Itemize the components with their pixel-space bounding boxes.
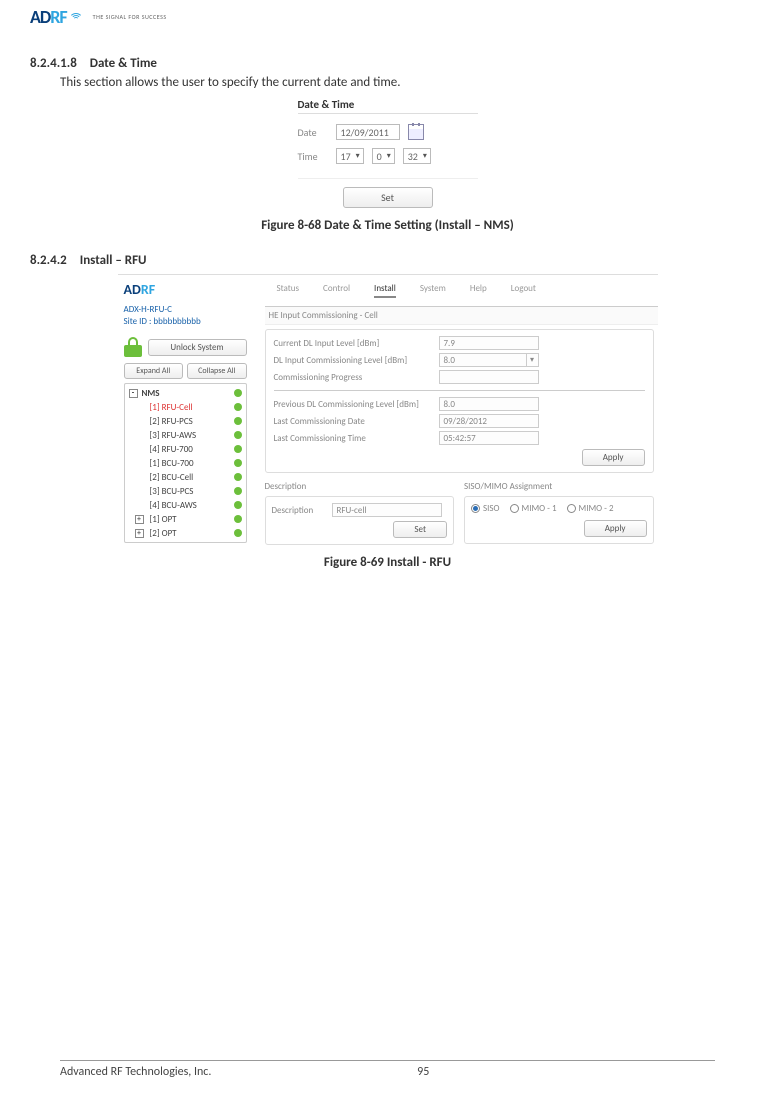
date-input[interactable]: 12/09/2011	[336, 124, 400, 140]
tab-install[interactable]: Install	[374, 283, 396, 298]
tree-item[interactable]: [1] BCU-700	[127, 456, 244, 470]
field-value: 8.0	[439, 397, 539, 411]
second-select[interactable]: 32▾	[403, 148, 431, 164]
apply-button[interactable]: Apply	[582, 449, 645, 466]
date-time-panel: Date & Time Date 12/09/2011 Time 17▾ 0▾ …	[298, 98, 478, 208]
field-row: Previous DL Commissioning Level [dBm]8.0	[274, 397, 645, 411]
tagline: THE SIGNAL FOR SUCCESS	[93, 13, 167, 21]
divider	[274, 390, 645, 391]
tab-help[interactable]: Help	[470, 283, 487, 298]
body-text-date-time: This section allows the user to specify …	[60, 75, 745, 90]
figure-caption-68: Figure 8-68 Date & Time Setting (Install…	[30, 218, 745, 233]
set-button[interactable]: Set	[393, 521, 447, 538]
field-row: Current DL Input Level [dBm]7.9	[274, 336, 645, 350]
calendar-icon[interactable]	[408, 124, 424, 140]
field-value: 09/28/2012	[439, 414, 539, 428]
radio-icon	[510, 504, 519, 513]
field-row: DL Input Commissioning Level [dBm]8.0▾	[274, 353, 645, 367]
tree-item[interactable]: [4] BCU-AWS	[127, 498, 244, 512]
field-row: Last Commissioning Time05:42:57	[274, 431, 645, 445]
field-value: 05:42:57	[439, 431, 539, 445]
section-heading-date-time: 8.2.4.1.8 Date & Time	[30, 56, 745, 71]
time-label: Time	[298, 150, 328, 163]
field-value: 7.9	[439, 336, 539, 350]
chevron-down-icon: ▾	[421, 149, 429, 163]
status-dot-icon	[234, 487, 242, 495]
tree-item[interactable]: -NMS	[127, 386, 244, 400]
chevron-down-icon: ▾	[526, 354, 538, 366]
hour-select[interactable]: 17▾	[336, 148, 364, 164]
footer-company: Advanced RF Technologies, Inc.	[60, 1065, 211, 1079]
status-dot-icon	[234, 403, 242, 411]
tree-item[interactable]: [2] RFU-PCS	[127, 414, 244, 428]
field-row: Commissioning Progress	[274, 370, 645, 384]
wifi-icon	[69, 11, 87, 23]
he-panel-title: HE Input Commissioning - Cell	[265, 306, 658, 325]
expand-all-button[interactable]: Expand All	[124, 363, 184, 379]
status-dot-icon	[234, 473, 242, 481]
tree-item[interactable]: +[1] OPT	[127, 512, 244, 526]
app-logo: ADRF	[124, 281, 247, 298]
panel-title: Date & Time	[298, 98, 478, 114]
install-rfu-screenshot: ADRF ADX-H-RFU-C Site ID : bbbbbbbbbb Un…	[118, 274, 658, 545]
sidebar: ADRF ADX-H-RFU-C Site ID : bbbbbbbbbb Un…	[118, 275, 253, 545]
field-value	[439, 370, 539, 384]
status-dot-icon	[234, 431, 242, 439]
tab-logout[interactable]: Logout	[511, 283, 536, 298]
logo-text: ADRF	[30, 6, 67, 28]
status-dot-icon	[234, 389, 242, 397]
tab-control[interactable]: Control	[323, 283, 350, 298]
tab-status[interactable]: Status	[277, 283, 300, 298]
device-id: ADX-H-RFU-C Site ID : bbbbbbbbbb	[124, 304, 247, 327]
chevron-down-icon: ▾	[354, 149, 362, 163]
status-dot-icon	[234, 529, 242, 537]
radio-icon	[567, 504, 576, 513]
figure-caption-69: Figure 8-69 Install - RFU	[30, 555, 745, 570]
header-logo: ADRF THE SIGNAL FOR SUCCESS	[30, 0, 745, 38]
lock-icon	[124, 337, 142, 357]
status-dot-icon	[234, 417, 242, 425]
status-dot-icon	[234, 459, 242, 467]
date-label: Date	[298, 126, 328, 139]
tree-item[interactable]: [1] RFU-Cell	[127, 400, 244, 414]
apply-button[interactable]: Apply	[584, 520, 647, 537]
radio-option[interactable]: MIMO - 2	[567, 503, 614, 514]
radio-option[interactable]: MIMO - 1	[510, 503, 557, 514]
page-footer: Advanced RF Technologies, Inc. 95	[60, 1060, 715, 1079]
description-input[interactable]: RFU-cell	[332, 503, 442, 517]
assignment-title: SISO/MIMO Assignment	[464, 481, 654, 492]
field-row: Last Commissioning Date09/28/2012	[274, 414, 645, 428]
tab-bar: Status Control Install System Help Logout	[265, 275, 658, 306]
tree-item[interactable]: [2] BCU-Cell	[127, 470, 244, 484]
status-dot-icon	[234, 501, 242, 509]
device-tree: -NMS[1] RFU-Cell[2] RFU-PCS[3] RFU-AWS[4…	[124, 383, 247, 543]
tab-system[interactable]: System	[420, 283, 446, 298]
tree-item[interactable]: [3] RFU-AWS	[127, 428, 244, 442]
divider	[298, 178, 478, 179]
minute-select[interactable]: 0▾	[372, 148, 395, 164]
chevron-down-icon: ▾	[385, 149, 393, 163]
radio-option[interactable]: SISO	[471, 503, 500, 514]
section-heading-install-rfu: 8.2.4.2 Install – RFU	[30, 253, 745, 268]
field-value[interactable]: 8.0▾	[439, 353, 539, 367]
footer-page: 95	[417, 1065, 429, 1079]
tree-item[interactable]: [3] BCU-PCS	[127, 484, 244, 498]
tree-item[interactable]: +[2] OPT	[127, 526, 244, 540]
tree-item[interactable]: [4] RFU-700	[127, 442, 244, 456]
description-title: Description	[265, 481, 455, 492]
unlock-button[interactable]: Unlock System	[148, 339, 247, 356]
status-dot-icon	[234, 445, 242, 453]
he-panel: Current DL Input Level [dBm]7.9 DL Input …	[265, 329, 654, 473]
collapse-all-button[interactable]: Collapse All	[187, 363, 247, 379]
radio-icon	[471, 504, 480, 513]
set-button[interactable]: Set	[343, 187, 433, 208]
status-dot-icon	[234, 515, 242, 523]
description-label: Description	[272, 505, 332, 516]
main-content: Status Control Install System Help Logout HE …	[253, 275, 658, 545]
